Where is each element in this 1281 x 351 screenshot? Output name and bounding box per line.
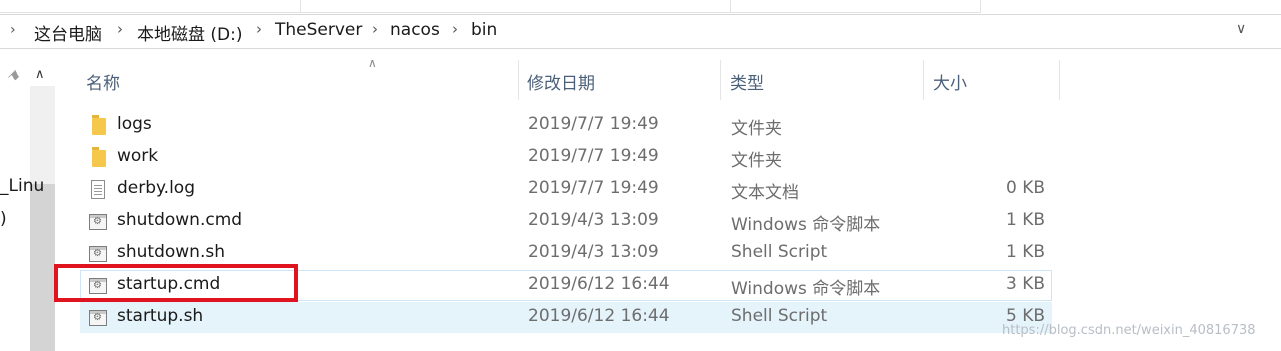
breadcrumb-theserver[interactable]: TheServer [275,20,362,40]
file-type: Shell Script [731,306,828,326]
script-file-icon [89,310,107,326]
nav-scrollbar-thumb[interactable] [30,184,55,351]
file-size: 1 KB [1005,242,1045,262]
column-size-label: 大小 [933,74,967,94]
file-name: shutdown.sh [117,242,225,262]
file-date: 2019/4/3 13:09 [528,242,659,262]
file-date: 2019/6/12 16:44 [528,306,670,326]
script-file-icon [89,214,107,230]
column-name[interactable]: 名称 ∧ [78,56,519,100]
file-date: 2019/7/7 19:49 [528,114,659,134]
column-date[interactable]: 修改日期 [519,60,721,100]
file-row-work[interactable]: work 2019/7/7 19:49 文件夹 [80,142,1052,173]
refresh-area[interactable] [1262,14,1281,49]
chevron-right-icon[interactable]: › [256,20,262,38]
file-type: Windows 命令脚本 [731,215,881,235]
file-date: 2019/4/3 13:09 [528,210,659,230]
chevron-down-icon[interactable]: ∨ [1236,21,1246,37]
file-row-derby-log[interactable]: derby.log 2019/7/7 19:49 文本文档 0 KB [80,174,1052,205]
file-type: 文件夹 [731,119,782,139]
nav-scrollbar-track[interactable] [30,86,55,184]
column-type[interactable]: 类型 [721,60,924,100]
nav-item-label[interactable]: _Linu [0,176,44,196]
breadcrumb-bin[interactable]: bin [471,20,497,40]
file-date: 2019/6/12 16:44 [528,274,670,294]
file-name: derby.log [117,178,195,198]
file-row-logs[interactable]: logs 2019/7/7 19:49 文件夹 [80,110,1052,141]
chevron-right-icon[interactable]: › [117,20,123,38]
file-name: logs [117,114,152,134]
scroll-up-icon[interactable]: ∧ [35,67,45,82]
column-name-label: 名称 [86,74,120,94]
file-size: 3 KB [1005,274,1045,294]
breadcrumb-local-disk[interactable]: 本地磁盘 (D:) [137,20,243,45]
highlight-annotation-box [54,264,298,302]
nav-item-label[interactable]: ) [0,209,7,229]
file-type: Shell Script [731,242,828,262]
file-row-shutdown-cmd[interactable]: shutdown.cmd 2019/4/3 13:09 Windows 命令脚本… [80,206,1052,237]
navigation-pane: ⚑ ∧ _Linu ) [0,60,55,351]
text-file-icon [91,180,105,199]
pin-icon[interactable]: ⚑ [3,67,23,87]
folder-icon [92,147,106,167]
column-type-label: 类型 [730,74,764,94]
column-date-label: 修改日期 [527,74,595,94]
breadcrumb-nacos[interactable]: nacos [390,20,440,40]
file-row-startup-sh[interactable]: startup.sh 2019/6/12 16:44 Shell Script … [80,302,1052,333]
column-size[interactable]: 大小 [924,60,1060,100]
top-strip [0,0,1281,14]
file-type: Windows 命令脚本 [731,279,881,299]
file-name: shutdown.cmd [117,210,243,230]
folder-icon [92,115,106,135]
file-type: 文本文档 [731,183,799,203]
chevron-right-icon[interactable]: › [10,22,16,38]
file-date: 2019/7/7 19:49 [528,178,659,198]
chevron-right-icon[interactable]: › [372,20,378,38]
address-bar[interactable]: › 这台电脑 › 本地磁盘 (D:) › TheServer › nacos ›… [0,14,1262,49]
script-file-icon [89,246,107,262]
file-date: 2019/7/7 19:49 [528,146,659,166]
file-type: 文件夹 [731,151,782,171]
breadcrumb-this-pc[interactable]: 这台电脑 [34,20,102,45]
file-name: startup.sh [117,306,204,326]
file-size: 0 KB [1005,178,1045,198]
file-name: work [117,146,159,166]
column-header: 名称 ∧ 修改日期 类型 大小 [78,56,1060,100]
file-size: 1 KB [1005,210,1045,230]
sort-ascending-icon: ∧ [368,56,377,70]
watermark-text: https://blog.csdn.net/weixin_40816738 [1002,323,1256,338]
chevron-right-icon[interactable]: › [452,20,458,38]
